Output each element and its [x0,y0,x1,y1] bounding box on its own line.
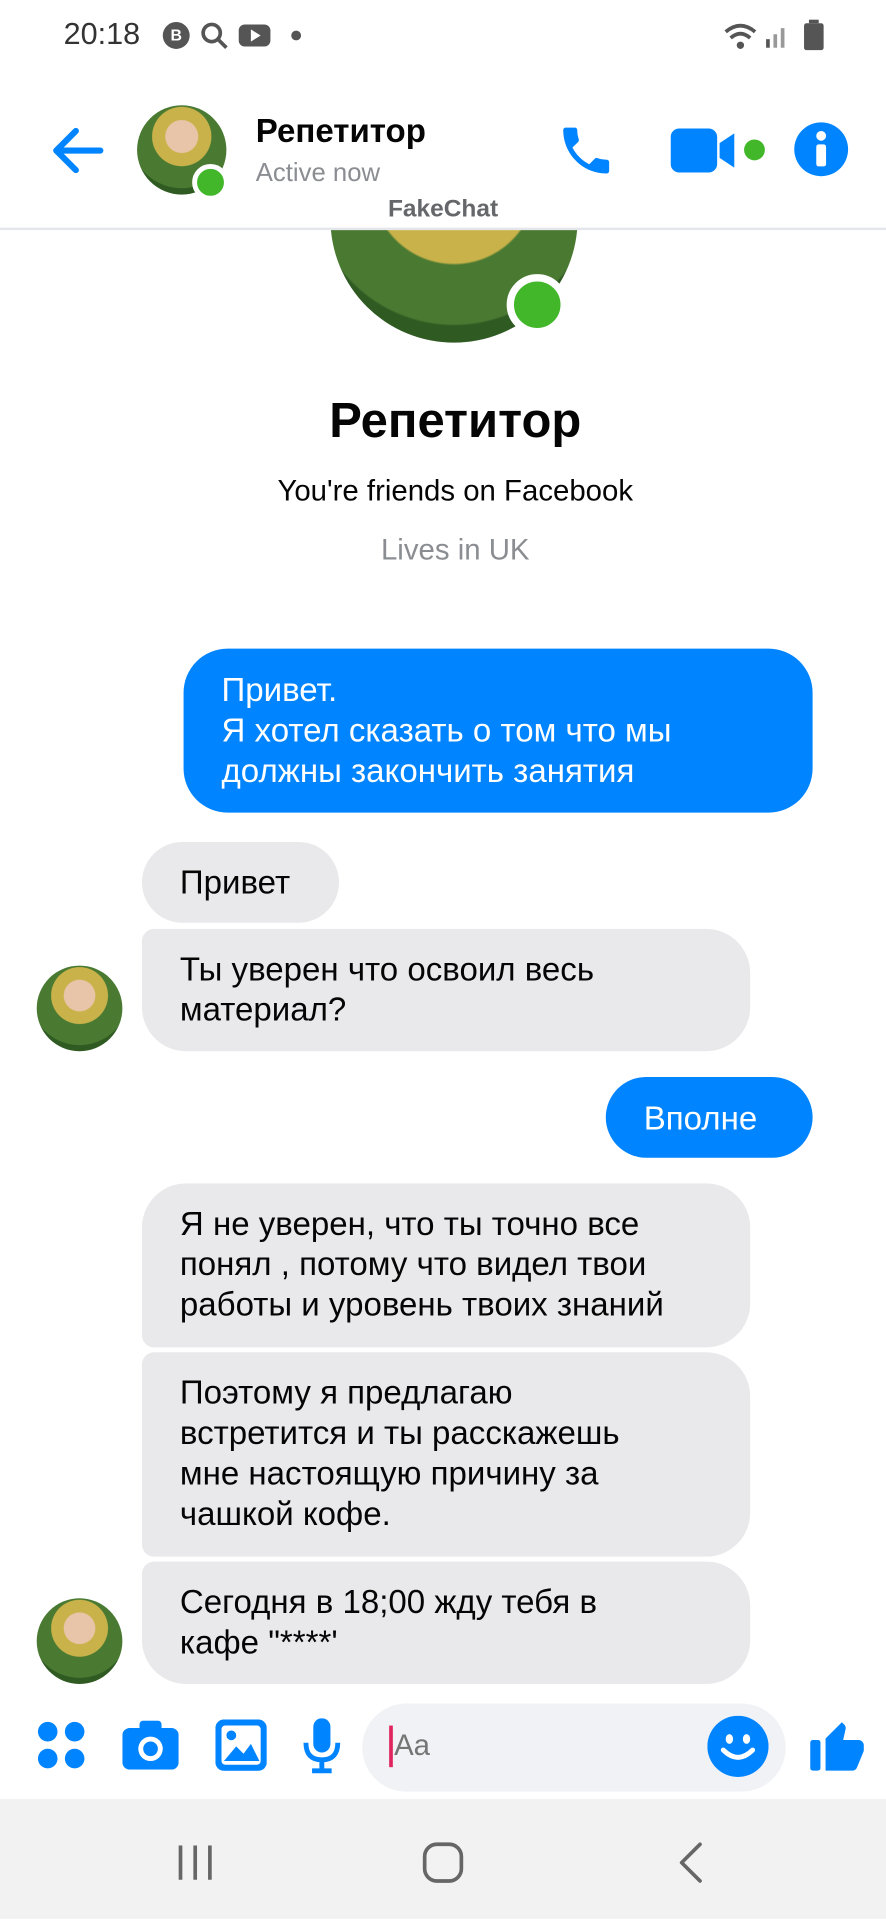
profile-avatar-clip [0,230,886,389]
status-time: 20:18 [63,17,141,52]
info-icon[interactable] [793,121,849,177]
profile-friends-text: You're friends on Facebook [277,474,634,508]
header-status: Active now [255,159,381,188]
profile-lives-text: Lives in UK [380,533,530,567]
message-bubble-outgoing[interactable]: Вполне [605,1076,813,1158]
home-icon[interactable] [421,1841,465,1885]
sender-avatar[interactable] [36,1598,123,1684]
back-nav-icon[interactable] [676,1841,705,1885]
message-bubble-outgoing[interactable]: Привет. Я хотел сказать о том что мы дол… [183,648,813,813]
battery-icon [804,19,824,51]
recent-apps-icon[interactable] [176,1843,215,1882]
chat-screen: 20:18 B Репетитор Active now FakeChat Ре… [0,0,886,1919]
message-bubble-incoming[interactable]: Я не уверен, что ты точно все понял , по… [141,1183,751,1348]
search-status-icon [201,22,228,50]
signal-icon [766,28,785,48]
camera-icon[interactable] [122,1720,179,1770]
gallery-icon[interactable] [215,1719,267,1771]
youtube-status-icon [238,24,271,47]
emoji-icon[interactable] [707,1715,769,1777]
wifi-icon [724,23,757,49]
notification-dot-icon [291,30,302,41]
like-thumb-icon[interactable] [808,1713,869,1777]
video-call-icon[interactable] [670,126,740,175]
vpn-badge-icon: B [162,22,190,49]
brand-watermark: FakeChat [387,195,499,223]
message-bubble-incoming[interactable]: Привет [141,841,339,923]
profile-name: Репетитор [329,394,582,448]
message-bubble-incoming[interactable]: Поэтому я предлагаю встретится и ты расс… [141,1352,751,1557]
microphone-icon[interactable] [301,1718,343,1774]
header-online-indicator [192,163,229,201]
apps-menu-icon[interactable] [37,1721,86,1770]
back-arrow-icon[interactable] [49,122,105,178]
header-contact-name[interactable]: Репетитор [256,113,426,151]
profile-online-indicator [506,274,568,336]
sender-avatar[interactable] [36,965,123,1052]
phone-icon[interactable] [556,120,617,181]
message-input[interactable] [391,1728,691,1765]
message-bubble-incoming[interactable]: Ты уверен что освоил весь материал? [141,928,751,1052]
message-bubble-incoming[interactable]: Сегодня в 18;00 жду тебя в кафе "****' [141,1561,751,1684]
video-active-dot-icon [744,139,765,161]
